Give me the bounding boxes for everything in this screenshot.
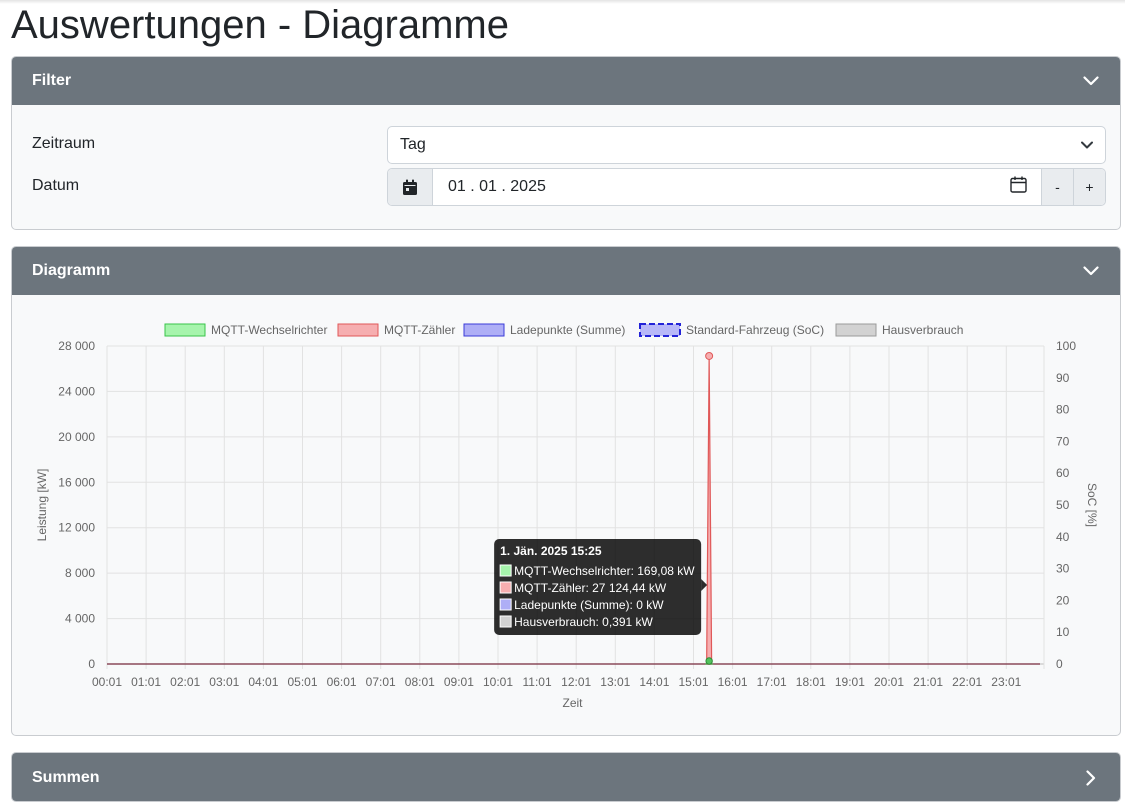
chart-legend: MQTT-Wechselrichter MQTT-Zähler Ladepunkte… <box>164 323 963 337</box>
y-tick-label: 16 000 <box>58 475 95 489</box>
zeitraum-label: Zeitraum <box>32 135 96 152</box>
legend-swatch <box>337 323 379 337</box>
x-tick-label: 22:01 <box>952 675 982 689</box>
y2-tick-label: 30 <box>1056 562 1070 576</box>
y2-tick-label: 0 <box>1056 657 1063 671</box>
tooltip-item: Hausverbrauch: 0,391 kW <box>514 615 653 629</box>
legend-label: Standard-Fahrzeug (SoC) <box>686 323 824 337</box>
datum-input[interactable]: 01 . 01 . 2025 <box>433 169 1041 205</box>
filter-card: Filter Zeitraum Tag Datum 01 . 01 . 2025 <box>11 56 1121 230</box>
y-tick-label: 12 000 <box>58 521 95 535</box>
datum-label: Datum <box>32 177 80 194</box>
x-tick-label: 08:01 <box>405 675 435 689</box>
y2-tick-label: 100 <box>1056 339 1076 353</box>
y2-axis-title: SoC [%] <box>1085 483 1099 527</box>
date-picker-icon[interactable] <box>1010 176 1027 198</box>
x-tick-label: 20:01 <box>874 675 904 689</box>
diagram-header[interactable]: Diagramm <box>12 247 1120 295</box>
tooltip-swatch <box>499 598 512 611</box>
y2-tick-label: 60 <box>1056 466 1070 480</box>
x-tick-label: 18:01 <box>796 675 826 689</box>
x-tick-label: 09:01 <box>444 675 474 689</box>
legend-label: Hausverbrauch <box>882 323 963 337</box>
x-tick-label: 12:01 <box>561 675 591 689</box>
y2-tick-label: 80 <box>1056 403 1070 417</box>
y2-tick-label: 70 <box>1056 434 1070 448</box>
x-axis-title: Zeit <box>562 696 583 710</box>
select-chevron-icon <box>1081 136 1093 154</box>
y2-tick-label: 50 <box>1056 498 1070 512</box>
y-tick-label: 20 000 <box>58 430 95 444</box>
y-tick-label: 4 000 <box>65 612 95 626</box>
x-tick-label: 17:01 <box>757 675 787 689</box>
datum-input-group: 01 . 01 . 2025 - + <box>387 168 1106 206</box>
date-increment-button[interactable]: + <box>1073 169 1105 205</box>
legend-swatch <box>463 323 505 337</box>
legend-label: MQTT-Zähler <box>384 323 455 337</box>
summen-card: Summen <box>11 752 1121 802</box>
legend-swatch <box>164 323 206 337</box>
filter-header[interactable]: Filter <box>12 57 1120 105</box>
series-wechselrichter-point <box>705 657 713 665</box>
zeitraum-value: Tag <box>400 136 426 153</box>
date-decrement-button[interactable]: - <box>1041 169 1073 205</box>
y2-tick-label: 20 <box>1056 593 1070 607</box>
y-axis-title: Leistung [kW] <box>35 469 49 542</box>
tooltip-caret <box>701 579 708 591</box>
x-tick-label: 10:01 <box>483 675 513 689</box>
filter-header-title: Filter <box>32 72 72 89</box>
x-tick-label: 23:01 <box>991 675 1021 689</box>
x-tick-label: 01:01 <box>131 675 161 689</box>
x-tick-label: 07:01 <box>366 675 396 689</box>
x-tick-label: 05:01 <box>287 675 317 689</box>
series-zaehler-point <box>705 351 714 360</box>
page-title: Auswertungen - Diagramme <box>11 3 509 47</box>
y-tick-label: 28 000 <box>58 339 95 353</box>
x-tick-label: 19:01 <box>835 675 865 689</box>
y-tick-label: 24 000 <box>58 384 95 398</box>
chevron-right-icon[interactable] <box>1082 769 1100 787</box>
tooltip-swatch <box>499 564 512 577</box>
tooltip-item: Ladepunkte (Summe): 0 kW <box>514 598 664 612</box>
series-zaehler-area <box>706 355 713 665</box>
x-tick-label: 02:01 <box>170 675 200 689</box>
x-tick-label: 14:01 <box>639 675 669 689</box>
summen-header-title: Summen <box>32 769 100 786</box>
legend-swatch <box>835 323 877 337</box>
chevron-down-icon[interactable] <box>1082 72 1100 90</box>
tooltip-swatch <box>499 581 512 594</box>
tooltip-item: MQTT-Zähler: 27 124,44 kW <box>514 581 667 595</box>
zeitraum-select[interactable]: Tag <box>387 126 1106 164</box>
chart[interactable]: MQTT-Wechselrichter MQTT-Zähler Ladepunkte… <box>12 295 1120 735</box>
calendar-icon <box>388 169 433 205</box>
y2-tick-label: 10 <box>1056 625 1070 639</box>
chevron-down-icon[interactable] <box>1082 262 1100 280</box>
x-tick-label: 00:01 <box>92 675 122 689</box>
x-tick-label: 06:01 <box>327 675 357 689</box>
datum-value: 01 . 01 . 2025 <box>448 178 546 195</box>
tooltip-item: MQTT-Wechselrichter: 169,08 kW <box>514 564 695 578</box>
x-tick-label: 04:01 <box>248 675 278 689</box>
summen-header[interactable]: Summen <box>12 753 1120 801</box>
diagram-card: Diagramm MQTT-Wechselrichter MQTT-Zähler L… <box>11 246 1121 736</box>
y2-tick-label: 90 <box>1056 371 1070 385</box>
x-tick-label: 15:01 <box>678 675 708 689</box>
x-tick-label: 21:01 <box>913 675 943 689</box>
legend-label: MQTT-Wechselrichter <box>211 323 327 337</box>
x-tick-label: 13:01 <box>600 675 630 689</box>
x-tick-label: 11:01 <box>523 675 552 689</box>
x-tick-label: 16:01 <box>718 675 748 689</box>
x-tick-label: 03:01 <box>209 675 239 689</box>
legend-label: Ladepunkte (Summe) <box>510 323 625 337</box>
diagram-header-title: Diagramm <box>32 262 111 279</box>
legend-swatch <box>639 323 681 337</box>
tooltip-title: 1. Jän. 2025 15:25 <box>500 544 602 558</box>
y2-tick-label: 40 <box>1056 530 1070 544</box>
chart-tooltip: 1. Jän. 2025 15:25 MQTT-Wechselrichter: 1… <box>494 539 708 635</box>
y-tick-label: 8 000 <box>65 566 95 580</box>
tooltip-swatch <box>499 615 512 628</box>
y-tick-label: 0 <box>88 657 95 671</box>
